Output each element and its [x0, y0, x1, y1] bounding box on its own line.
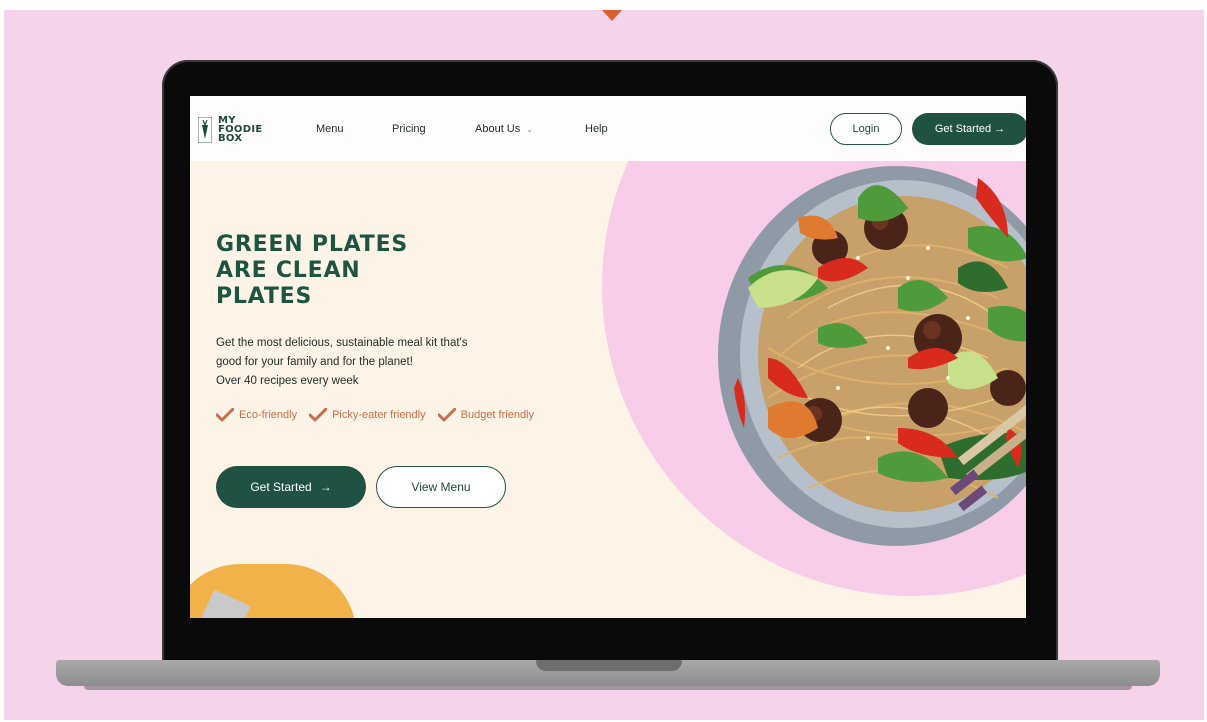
nav-get-started-button[interactable]: Get Started →	[912, 113, 1026, 145]
feature-picky-eater-friendly: Picky-eater friendly	[309, 408, 426, 422]
hero-title-line-2: ARE CLEAN	[216, 258, 361, 283]
logo-wordmark: MY FOODIE BOX	[218, 116, 263, 144]
top-navbar: MY FOODIE BOX Menu Pricing About Us ⌄ Hel…	[190, 96, 1026, 161]
nav-get-started-label: Get Started	[934, 123, 992, 135]
hero-title-line-1: GREEN PLATES	[216, 232, 409, 257]
hero-title: GREEN PLATES ARE CLEAN PLATES	[216, 232, 408, 310]
laptop-base-shadow	[84, 686, 1132, 690]
hero-get-started-label: Get Started	[250, 480, 312, 494]
nav-link-help[interactable]: Help	[585, 123, 608, 135]
feature-label: Budget friendly	[460, 409, 535, 421]
pointer-arrow-icon	[602, 10, 622, 21]
feature-eco-friendly: Eco-friendly	[216, 408, 297, 422]
presentation-background: MY FOODIE BOX Menu Pricing About Us ⌄ Hel…	[4, 10, 1204, 720]
hero-title-line-3: PLATES	[216, 284, 313, 309]
hero-description-line-1: Get the most delicious, sustainable meal…	[216, 337, 468, 349]
my-foodie-box-logo[interactable]: MY FOODIE BOX	[198, 116, 263, 144]
login-button[interactable]: Login	[830, 113, 902, 145]
nav-link-pricing[interactable]: Pricing	[392, 123, 426, 135]
website-screen: MY FOODIE BOX Menu Pricing About Us ⌄ Hel…	[190, 96, 1026, 618]
noodle-bowl-image	[718, 166, 1026, 546]
hero-get-started-button[interactable]: Get Started →	[216, 466, 366, 508]
laptop-notch	[536, 660, 682, 671]
nav-link-about-us-label: About Us	[475, 123, 521, 135]
checkmark-icon	[216, 408, 234, 422]
feature-label: Picky-eater friendly	[332, 409, 426, 421]
hero-description: Get the most delicious, sustainable meal…	[216, 334, 467, 391]
arrow-right-icon: →	[319, 480, 332, 494]
feature-label: Eco-friendly	[239, 409, 298, 421]
logo-word-box: BOX	[218, 133, 243, 144]
checkmark-icon	[437, 408, 456, 422]
nav-link-menu[interactable]: Menu	[316, 123, 344, 135]
chevron-down-icon: ⌄	[526, 125, 533, 134]
carrot-logo-icon	[198, 116, 212, 143]
arrow-right-icon: →	[994, 123, 1006, 135]
checkmark-icon	[309, 408, 328, 422]
view-menu-button[interactable]: View Menu	[376, 466, 506, 508]
feature-budget-friendly: Budget friendly	[437, 408, 535, 422]
nav-link-about-us[interactable]: About Us ⌄	[475, 123, 536, 135]
feature-list: Eco-friendly Picky-eater friendly Budget…	[216, 408, 534, 422]
hero-description-line-3: Over 40 recipes every week	[216, 375, 359, 387]
hero-description-line-2: good for your family and for the planet!	[216, 356, 413, 368]
